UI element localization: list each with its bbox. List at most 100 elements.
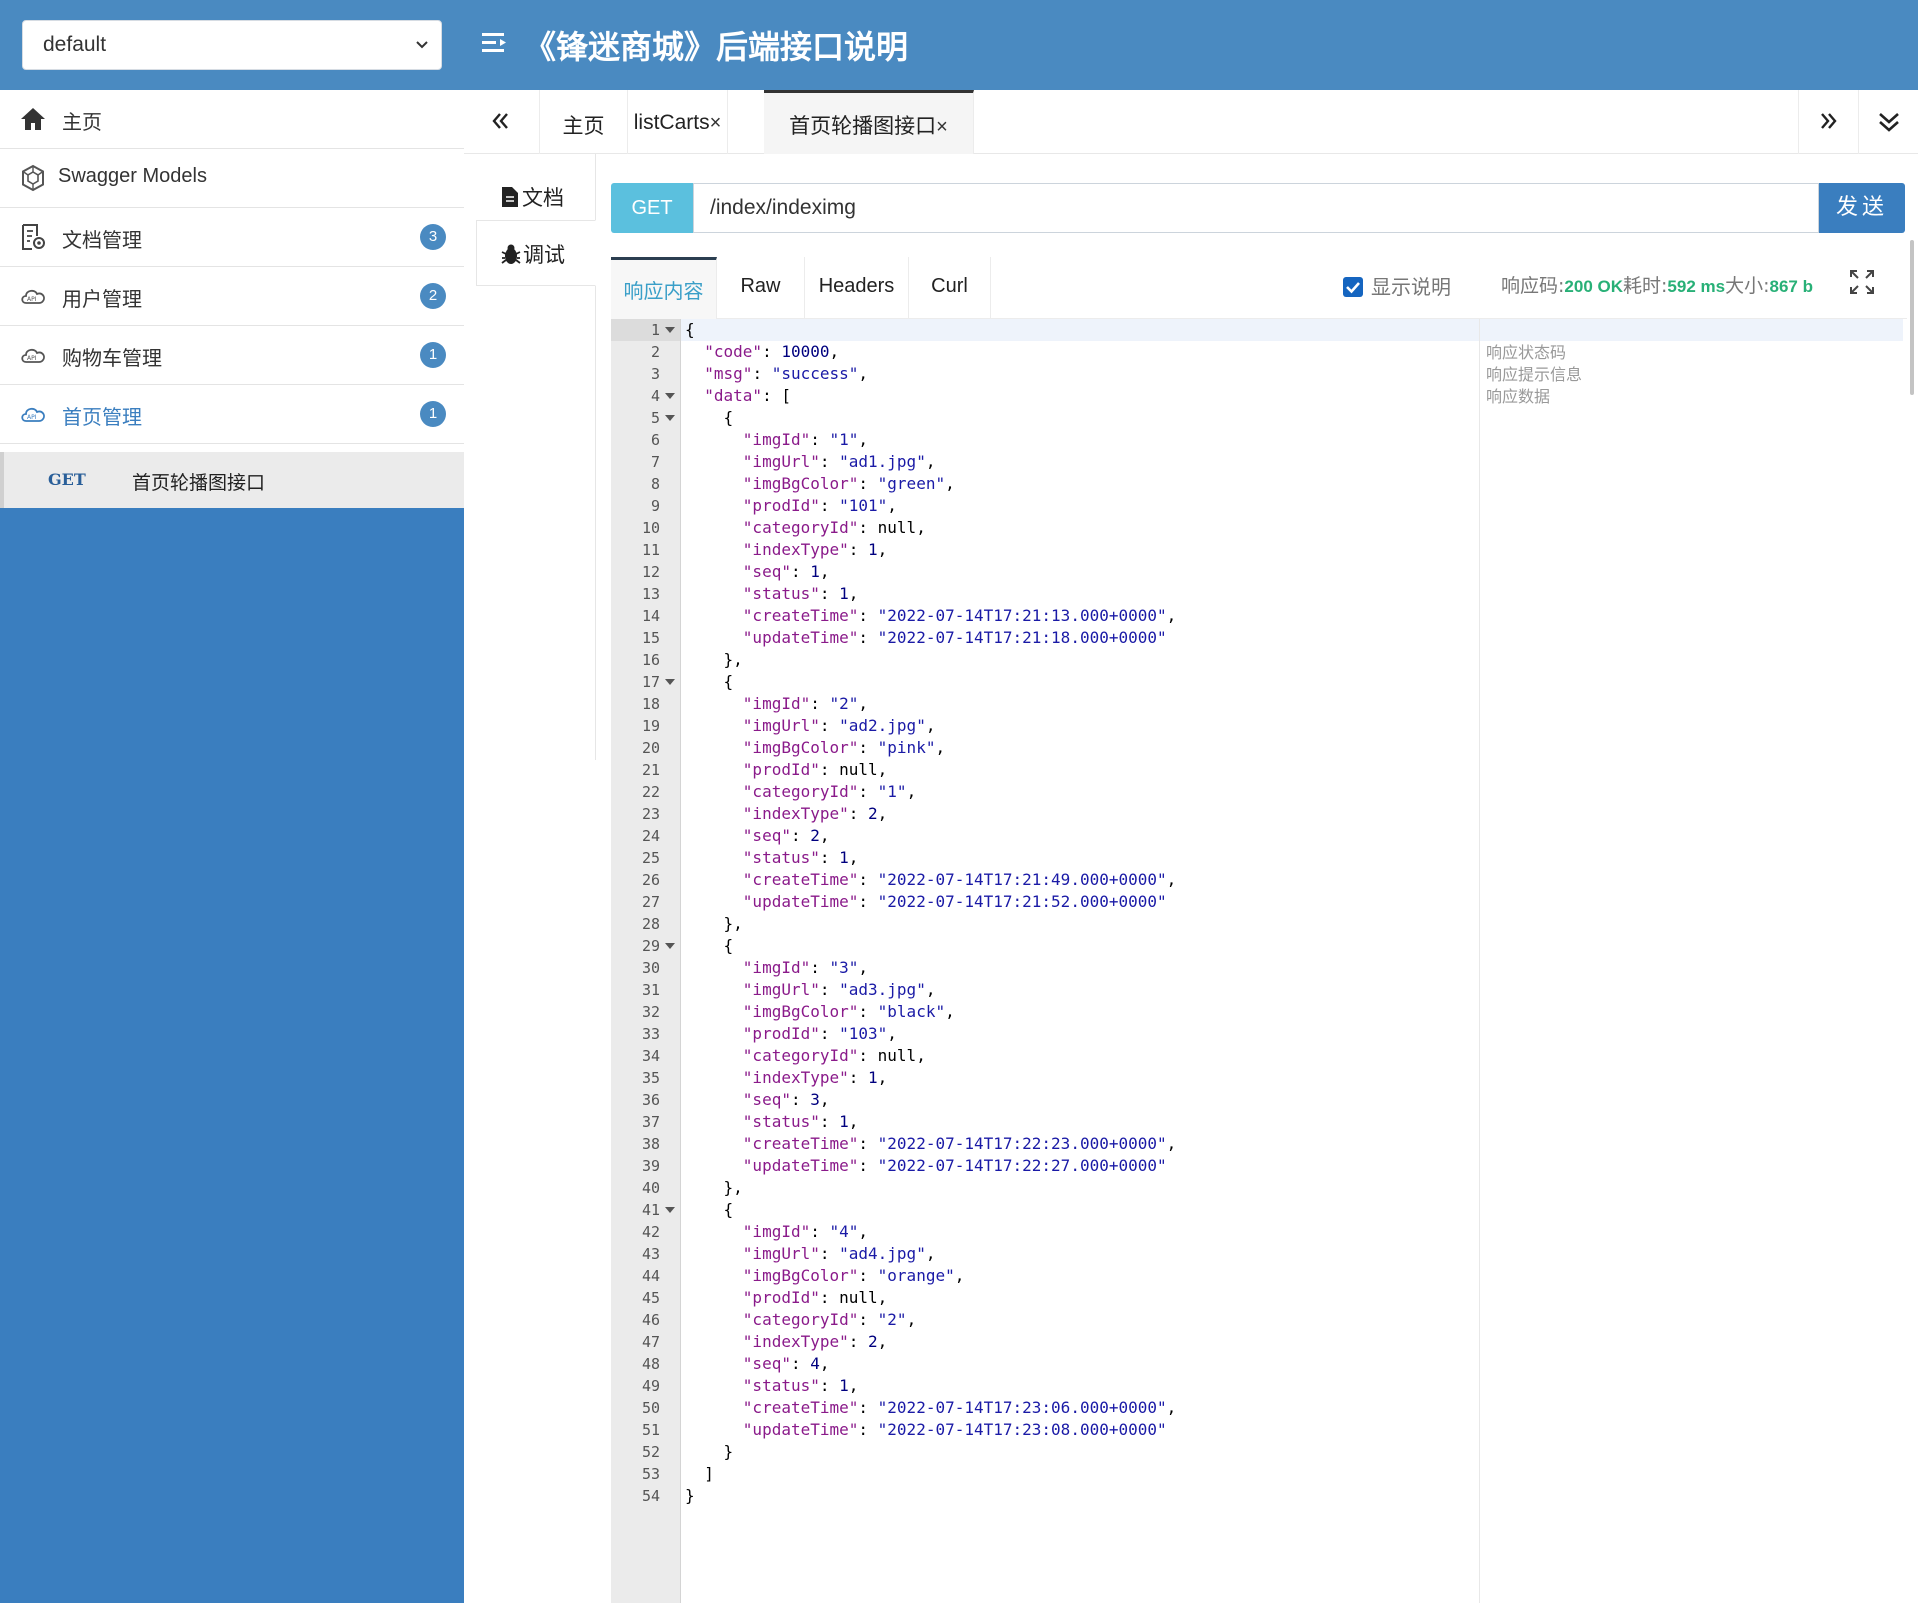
- code-line: {: [685, 408, 734, 427]
- svg-text:API: API: [27, 355, 37, 362]
- line-number[interactable]: 4: [611, 385, 680, 407]
- line-number: 33: [641, 1025, 660, 1043]
- tab-index-img[interactable]: 首页轮播图接口×: [764, 90, 974, 154]
- sidebar-item-label: 主页: [62, 110, 102, 134]
- sidebar-item-label: 首页管理: [62, 405, 142, 429]
- tab-label: 首页轮播图接口: [789, 114, 937, 138]
- show-description-toggle[interactable]: 显示说明: [1343, 271, 1451, 300]
- tab-raw[interactable]: Raw: [717, 257, 805, 319]
- bug-icon: [501, 244, 521, 264]
- tabs-menu-button[interactable]: [1858, 90, 1918, 154]
- code-line: "imgUrl": "ad1.jpg",: [742, 452, 936, 471]
- code-line: "categoryId": "1",: [742, 782, 917, 801]
- line-number: 47: [641, 1333, 660, 1351]
- code-line: "updateTime": "2022-07-14T17:21:52.000+0…: [742, 892, 1167, 911]
- checkbox-checked-icon[interactable]: [1343, 277, 1363, 297]
- json-code: { "code": 10000, "msg": "success", "data…: [681, 319, 1903, 1507]
- tab-debug[interactable]: 调试: [476, 220, 596, 286]
- line-number[interactable]: 1: [611, 319, 680, 341]
- code-line: "updateTime": "2022-07-14T17:22:27.000+0…: [742, 1156, 1167, 1175]
- tab-label: 主页: [562, 114, 605, 138]
- tabs-scroll-right-button[interactable]: [1798, 90, 1858, 154]
- sidebar-item-doc-manage[interactable]: 文档管理 3: [0, 208, 464, 267]
- line-number: 24: [641, 827, 660, 845]
- sidebar-item-label: Swagger Models: [58, 165, 207, 187]
- chevron-down-icon: [416, 41, 428, 49]
- tab-doc-label: 文档: [522, 186, 564, 210]
- tab-close-icon[interactable]: ×: [710, 112, 722, 134]
- line-number[interactable]: 17: [611, 671, 680, 693]
- home-icon: [21, 108, 45, 130]
- field-description: 响应状态码: [1486, 343, 1567, 362]
- code-line: },: [685, 1178, 743, 1197]
- line-number: 52: [641, 1443, 660, 1461]
- request-url-input[interactable]: /index/indeximg: [693, 183, 1819, 233]
- code-line: "updateTime": "2022-07-14T17:21:18.000+0…: [742, 628, 1167, 647]
- tab-listcarts[interactable]: listCarts×: [628, 90, 728, 154]
- group-select[interactable]: default: [22, 20, 442, 70]
- tab-home[interactable]: 主页: [540, 90, 628, 154]
- code-line: }: [685, 1442, 734, 1461]
- code-line: "seq": 1,: [742, 562, 830, 581]
- sidebar-item-swagger-models[interactable]: Swagger Models: [0, 149, 464, 208]
- line-number: 50: [641, 1399, 660, 1417]
- line-number: 32: [641, 1003, 660, 1021]
- sidebar-item-cart-manage[interactable]: API 购物车管理 1: [0, 326, 464, 385]
- line-number: 16: [641, 651, 660, 669]
- line-number: 34: [641, 1047, 660, 1065]
- double-chevron-right-icon: [1821, 113, 1837, 129]
- line-number: 26: [641, 871, 660, 889]
- tab-response-content[interactable]: 响应内容: [611, 257, 717, 319]
- sidebar-item-user-manage[interactable]: API 用户管理 2: [0, 267, 464, 326]
- double-chevron-down-icon: [1879, 113, 1899, 132]
- line-number: 49: [641, 1377, 660, 1395]
- app-title: 《锋迷商城》后端接口说明: [524, 28, 909, 66]
- line-number: 51: [641, 1421, 660, 1439]
- line-number[interactable]: 41: [611, 1199, 680, 1221]
- line-number[interactable]: 5: [611, 407, 680, 429]
- tabs-scroll-left-button[interactable]: [464, 90, 540, 154]
- code-line: "prodId": null,: [742, 760, 888, 779]
- code-line: "status": 1,: [742, 1112, 859, 1131]
- menu-toggle-icon[interactable]: [480, 28, 510, 58]
- tab-headers[interactable]: Headers: [805, 257, 909, 319]
- line-number: 36: [641, 1091, 660, 1109]
- line-number: 2: [650, 343, 660, 361]
- code-line: "indexType": 2,: [742, 804, 888, 823]
- code-line: ]: [685, 1464, 714, 1483]
- line-number: 8: [650, 475, 660, 493]
- page-tabs-bar: 主页 listCarts× 首页轮播图接口×: [464, 90, 1918, 154]
- code-line: "seq": 4,: [742, 1354, 830, 1373]
- line-number: 19: [641, 717, 660, 735]
- line-number: 3: [650, 365, 660, 383]
- code-line: "imgBgColor": "pink",: [742, 738, 946, 757]
- send-button[interactable]: 发送: [1819, 183, 1905, 233]
- response-json-editor[interactable]: 1 2 3 4 5 6 7 8 9 10 11 12 13 14 15 16 17 18 19 20 21 22 23 24 2…: [611, 319, 1907, 1603]
- code-line: "updateTime": "2022-07-14T17:23:08.000+0…: [742, 1420, 1167, 1439]
- sidebar-item-home[interactable]: 主页: [0, 90, 464, 149]
- line-number: 9: [650, 497, 660, 515]
- code-line: "imgId": "1",: [742, 430, 869, 449]
- tab-curl[interactable]: Curl: [909, 257, 991, 319]
- svg-text:API: API: [27, 414, 37, 421]
- count-badge: 1: [420, 401, 446, 427]
- line-number: 27: [641, 893, 660, 911]
- code-line: "imgUrl": "ad2.jpg",: [742, 716, 936, 735]
- tab-close-icon[interactable]: ×: [936, 116, 948, 138]
- line-number: 10: [641, 519, 660, 537]
- sidebar-item-index-manage[interactable]: API 首页管理 1: [0, 385, 464, 444]
- code-line: "indexType": 1,: [742, 540, 888, 559]
- code-line: {: [685, 672, 734, 691]
- line-number: 22: [641, 783, 660, 801]
- code-line: "createTime": "2022-07-14T17:21:49.000+0…: [742, 870, 1177, 889]
- code-line: "status": 1,: [742, 1376, 859, 1395]
- fullscreen-icon[interactable]: [1849, 269, 1875, 295]
- size-label: 大小:: [1725, 275, 1770, 297]
- code-line: "indexType": 2,: [742, 1332, 888, 1351]
- scrollbar-thumb[interactable]: [1910, 240, 1914, 395]
- api-entry-index-img[interactable]: GET 首页轮播图接口: [0, 452, 464, 508]
- code-line: "prodId": null,: [742, 1288, 888, 1307]
- tab-label: listCarts: [633, 111, 710, 134]
- count-badge: 1: [420, 342, 446, 368]
- line-number[interactable]: 29: [611, 935, 680, 957]
